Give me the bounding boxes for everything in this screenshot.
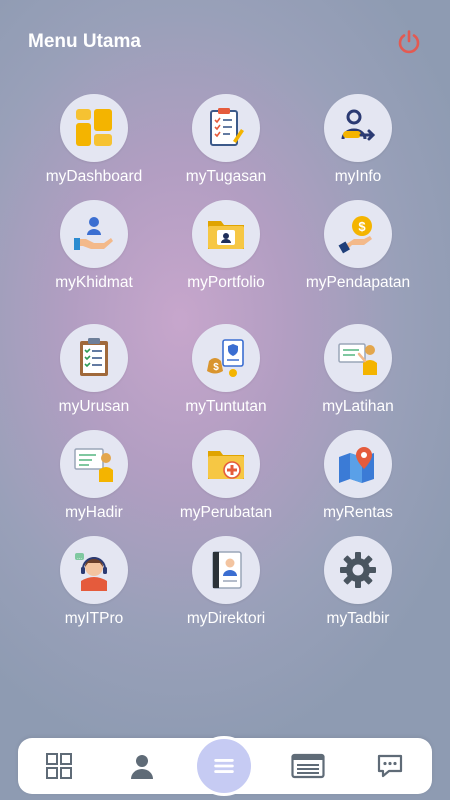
- menu-item-label: myLatihan: [322, 398, 394, 415]
- bottom-navigation: [18, 736, 432, 796]
- menu-item-myperubatan[interactable]: myPerubatan: [156, 430, 296, 522]
- id-card-icon[interactable]: [290, 750, 326, 782]
- menu-item-label: myPendapatan: [305, 274, 411, 291]
- menu-item-myitpro[interactable]: ... myITPro: [24, 536, 164, 628]
- user-switch-icon: [324, 94, 392, 162]
- grid-icon[interactable]: [43, 750, 75, 782]
- header: Menu Utama: [0, 0, 450, 84]
- menu-item-myrentas[interactable]: myRentas: [288, 430, 428, 522]
- svg-text:...: ...: [77, 555, 82, 561]
- menu-item-mykhidmat[interactable]: myKhidmat: [24, 200, 164, 292]
- page-title: Menu Utama: [28, 31, 141, 52]
- menu-item-myhadir[interactable]: myHadir: [24, 430, 164, 522]
- menu-item-label: myInfo: [334, 168, 382, 185]
- folder-profile-icon: [192, 200, 260, 268]
- user-icon[interactable]: [126, 750, 158, 782]
- hand-service-icon: [60, 200, 128, 268]
- menu-item-myurusan[interactable]: myUrusan: [24, 324, 164, 416]
- medical-folder-icon: [192, 430, 260, 498]
- menu-item-label: myTuntutan: [185, 398, 267, 415]
- menu-item-label: myITPro: [64, 610, 124, 627]
- menu-item-label: myTadbir: [326, 610, 390, 627]
- menu-item-label: myDashboard: [45, 168, 143, 185]
- power-icon[interactable]: [395, 28, 423, 56]
- support-agent-icon: ...: [60, 536, 128, 604]
- menu-item-mytugasan[interactable]: myTugasan: [156, 94, 296, 186]
- menu-item-mytadbir[interactable]: myTadbir: [288, 536, 428, 628]
- svg-text:$: $: [358, 219, 366, 234]
- clipboard-list-icon: [60, 324, 128, 392]
- gear-icon: [324, 536, 392, 604]
- menu-item-mylatihan[interactable]: myLatihan: [288, 324, 428, 416]
- money-claim-icon: $: [192, 324, 260, 392]
- training-board-icon: [324, 324, 392, 392]
- menu-item-label: myTugasan: [185, 168, 267, 185]
- menu-item-label: myRentas: [323, 504, 393, 521]
- menu-item-mypendapatan[interactable]: $ myPendapatan: [288, 200, 428, 292]
- coin-hand-icon: $: [324, 200, 392, 268]
- menu-item-label: myUrusan: [58, 398, 130, 415]
- menu-item-myinfo[interactable]: myInfo: [288, 94, 428, 186]
- chat-icon[interactable]: [374, 750, 406, 782]
- menu-item-mydirektori[interactable]: myDirektori: [156, 536, 296, 628]
- menu-item-label: myKhidmat: [55, 274, 133, 291]
- menu-item-label: myHadir: [65, 504, 123, 521]
- menu-item-mydashboard[interactable]: myDashboard: [24, 94, 164, 186]
- contact-directory-icon: [192, 536, 260, 604]
- menu-grid: myDashboard myTugasan myInfo myKhidmat m…: [0, 84, 450, 644]
- map-pin-icon: [324, 430, 392, 498]
- menu-item-label: myPortfolio: [187, 274, 265, 291]
- clipboard-checklist-icon: [192, 94, 260, 162]
- menu-item-label: myDirektori: [186, 610, 266, 627]
- attendance-board-icon: [60, 430, 128, 498]
- menu-item-myportfolio[interactable]: myPortfolio: [156, 200, 296, 292]
- menu-item-mytuntutan[interactable]: $ myTuntutan: [156, 324, 296, 416]
- menu-item-label: myPerubatan: [179, 504, 273, 521]
- dashboard-tiles-icon: [60, 94, 128, 162]
- menu-icon[interactable]: [194, 736, 254, 796]
- svg-text:$: $: [213, 362, 219, 373]
